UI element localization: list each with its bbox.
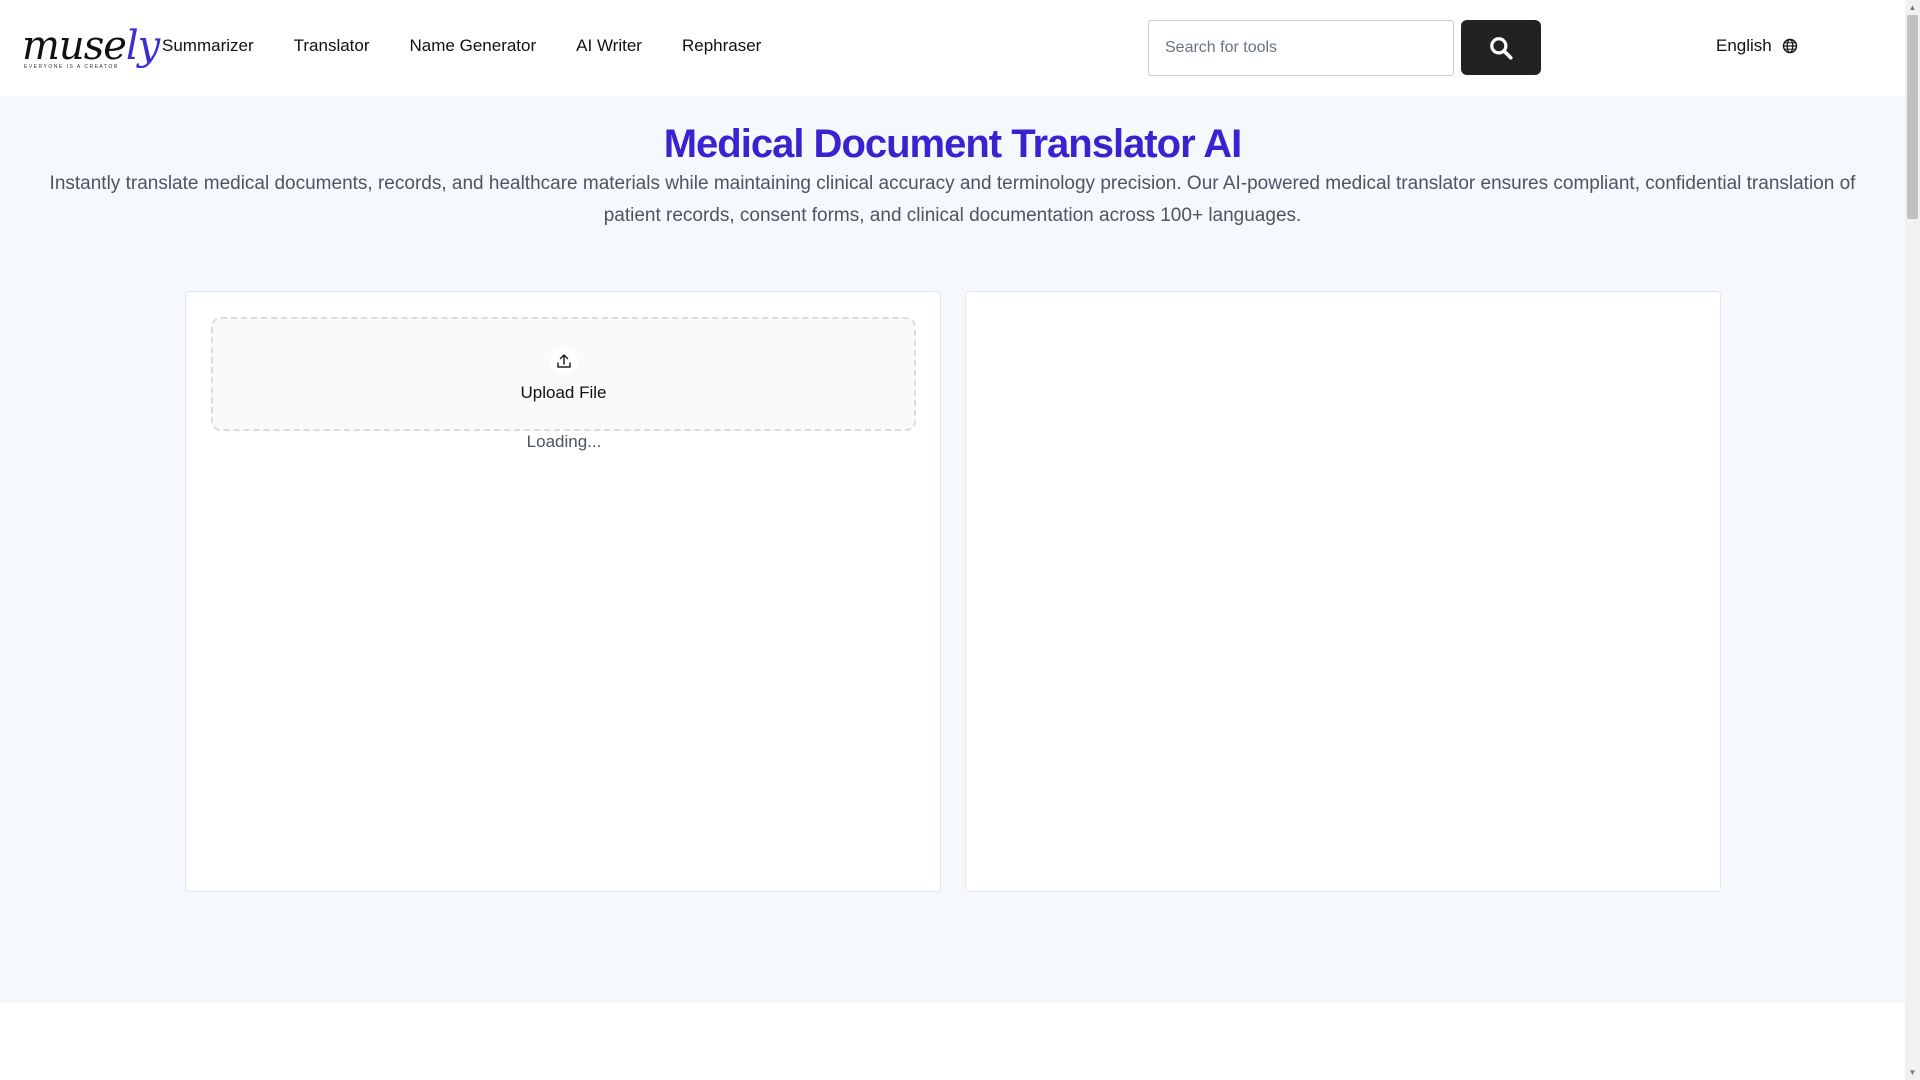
page: musely EVERYONE IS A CREATOR Summarizer …	[0, 0, 1905, 1080]
upload-icon	[550, 347, 578, 375]
scrollbar-thumb[interactable]	[1907, 15, 1918, 219]
globe-icon	[1782, 38, 1797, 54]
upload-file-button[interactable]: Upload File	[211, 317, 916, 431]
search-input[interactable]	[1149, 21, 1453, 75]
output-panel	[965, 291, 1721, 892]
logo-wordmark: musely	[22, 23, 160, 69]
search-icon	[1490, 36, 1513, 60]
language-selector[interactable]: English	[1716, 36, 1798, 56]
nav-item-summarizer[interactable]: Summarizer	[162, 36, 254, 56]
loading-status: Loading...	[526, 432, 602, 451]
scroll-up-arrow-icon[interactable]: ▲	[1905, 0, 1920, 15]
search-button[interactable]	[1461, 20, 1541, 75]
nav-item-ai-writer[interactable]: AI Writer	[576, 36, 642, 56]
search-field	[1148, 20, 1454, 76]
top-header: musely EVERYONE IS A CREATOR Summarizer …	[0, 0, 1905, 96]
main-nav: Summarizer Translator Name Generator AI …	[162, 36, 761, 56]
nav-item-rephraser[interactable]: Rephraser	[682, 36, 761, 56]
page-title: Medical Document Translator AI	[663, 122, 1243, 166]
musely-logo[interactable]: musely EVERYONE IS A CREATOR	[22, 20, 160, 76]
nav-item-translator[interactable]: Translator	[294, 36, 370, 56]
input-panel: Upload File Loading...	[185, 291, 941, 892]
page-scrollbar[interactable]: ▲ ▼	[1905, 0, 1920, 1080]
language-label: English	[1716, 36, 1772, 55]
logo-tagline: EVERYONE IS A CREATOR	[24, 64, 119, 70]
nav-item-name-generator[interactable]: Name Generator	[410, 36, 537, 56]
page-description: Instantly translate medical documents, r…	[49, 173, 1856, 226]
upload-file-label: Upload File	[520, 383, 607, 402]
scroll-down-arrow-icon[interactable]: ▼	[1905, 1065, 1920, 1080]
hero-section: Medical Document Translator AI Instantly…	[0, 96, 1905, 1003]
